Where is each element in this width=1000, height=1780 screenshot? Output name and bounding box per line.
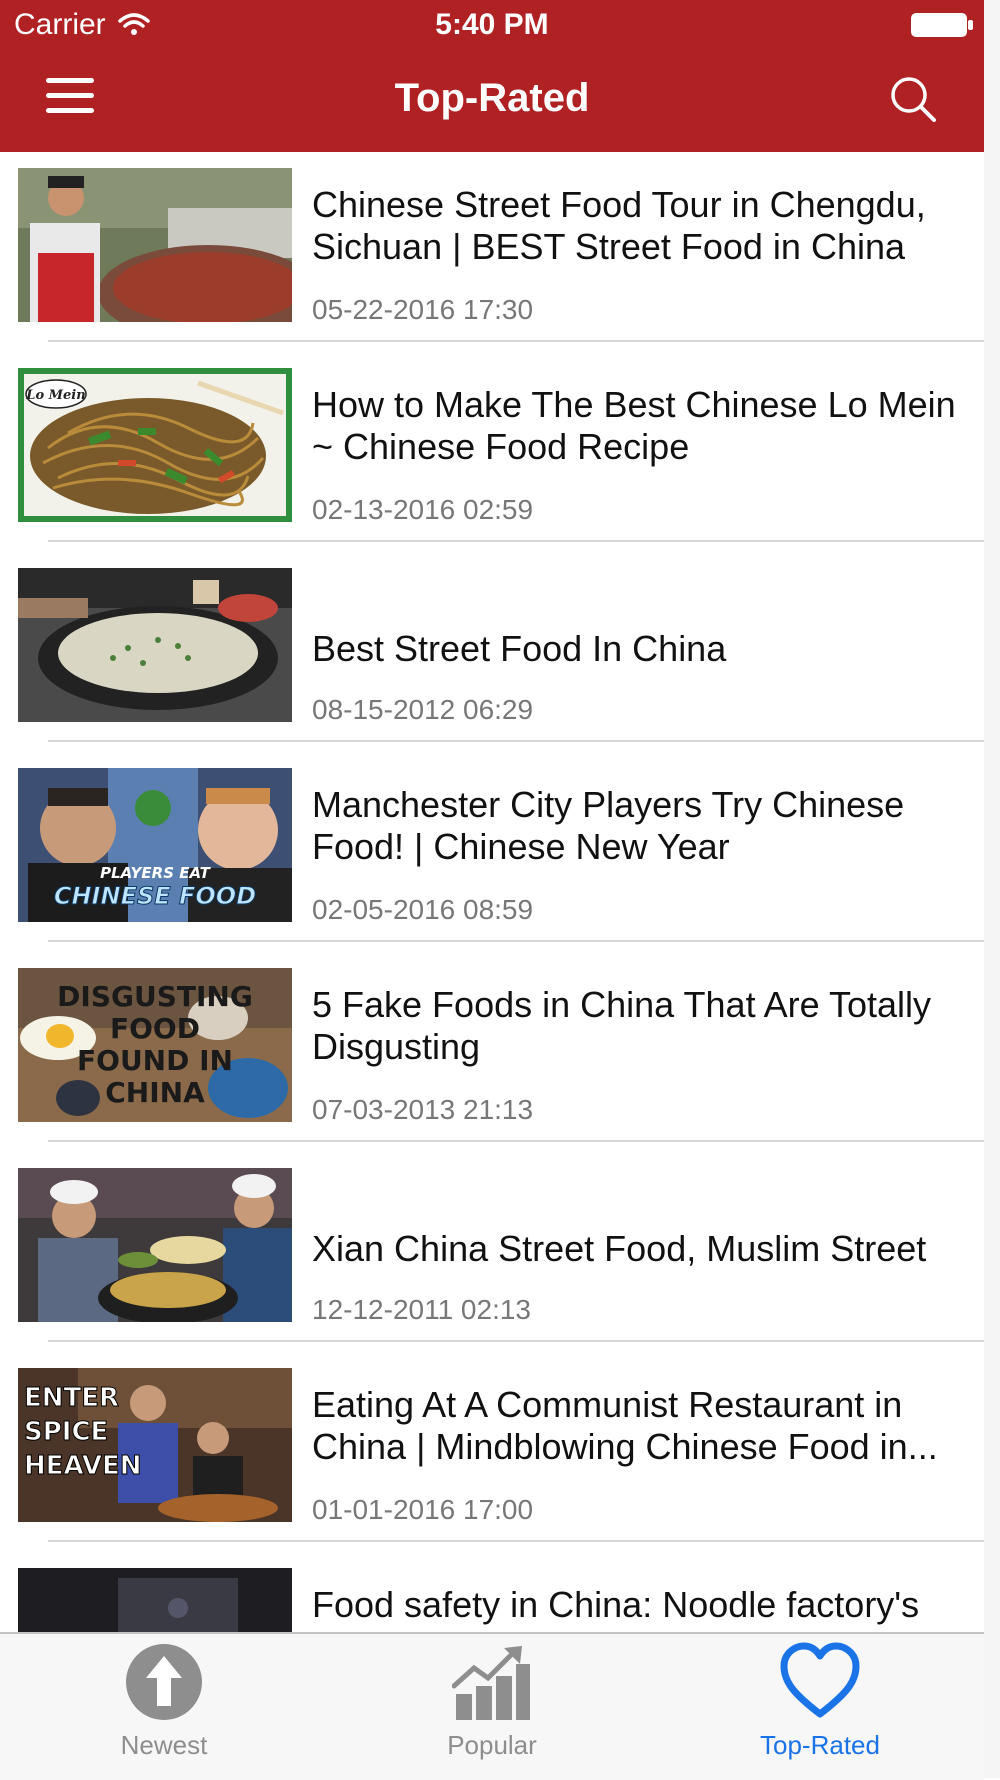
- row-divider: [48, 340, 984, 342]
- video-thumbnail: [18, 1568, 292, 1632]
- right-gutter: [984, 0, 1000, 1778]
- video-title: Food safety in China: Noodle factory's: [312, 1584, 920, 1625]
- video-date: 08-15-2012 06:29: [312, 694, 534, 725]
- video-row[interactable]: DISGUSTING FOOD FOUND IN CHINA 5 Fake Fo…: [0, 952, 984, 1152]
- app-header: Carrier 5:40 PM Top-Rated: [0, 0, 984, 152]
- video-date: 05-22-2016 17:30: [312, 294, 534, 325]
- video-title: Manchester City Players Try Chinese Food…: [312, 784, 905, 867]
- tab-newest[interactable]: Newest: [0, 1634, 328, 1780]
- status-time: 5:40 PM: [435, 8, 549, 41]
- thumbnail-caption: FOOD: [110, 1012, 200, 1045]
- video-title: 5 Fake Foods in China That Are Totally D…: [312, 984, 932, 1067]
- tab-bar: Newest Popular Top-Rated: [0, 1632, 984, 1780]
- page-title: Top-Rated: [394, 76, 590, 120]
- thumbnail-caption: SPICE: [24, 1417, 108, 1447]
- video-title: Eating At A Communist Restaurant in Chin…: [312, 1384, 938, 1467]
- row-divider: [48, 1140, 984, 1142]
- navigation-bar: Top-Rated: [0, 50, 984, 152]
- video-row[interactable]: Chinese Street Food Tour in Chengdu, Sic…: [0, 152, 984, 352]
- video-thumbnail: ENTER SPICE HEAVEN: [18, 1368, 292, 1522]
- heart-icon: [780, 1642, 860, 1718]
- video-row[interactable]: PLAYERS EAT CHINESE FOOD Manchester City…: [0, 752, 984, 952]
- tab-popular[interactable]: Popular: [328, 1634, 656, 1780]
- thumbnail-caption: HEAVEN: [24, 1451, 142, 1481]
- thumbnail-caption: Lo Mein: [25, 388, 85, 403]
- row-divider: [48, 1540, 984, 1542]
- search-icon[interactable]: [888, 74, 938, 124]
- row-divider: [48, 740, 984, 742]
- video-title: Best Street Food In China: [312, 628, 727, 669]
- row-divider: [48, 1340, 984, 1342]
- thumbnail-caption: FOUND IN: [77, 1044, 233, 1077]
- battery-icon: [911, 13, 973, 37]
- video-row[interactable]: Food safety in China: Noodle factory's: [0, 1552, 984, 1632]
- trending-chart-icon: [452, 1646, 530, 1720]
- thumbnail-caption: CHINESE FOOD: [54, 882, 256, 910]
- video-date: 02-13-2016 02:59: [312, 494, 534, 525]
- video-row[interactable]: Best Street Food In China 08-15-2012 06:…: [0, 552, 984, 752]
- video-date: 01-01-2016 17:00: [312, 1494, 534, 1525]
- thumbnail-caption: DISGUSTING: [57, 980, 253, 1013]
- thumbnail-caption: PLAYERS EAT: [100, 864, 212, 882]
- video-thumbnail: PLAYERS EAT CHINESE FOOD: [18, 768, 292, 922]
- video-row[interactable]: Xian China Street Food, Muslim Street 12…: [0, 1152, 984, 1352]
- tab-top-rated[interactable]: Top-Rated: [656, 1634, 984, 1780]
- row-divider: [48, 940, 984, 942]
- video-thumbnail: [18, 1168, 292, 1322]
- tab-label: Newest: [120, 1730, 208, 1760]
- status-bar: Carrier 5:40 PM: [0, 0, 984, 50]
- video-row[interactable]: Lo Mein How to Make The Best Chinese Lo …: [0, 352, 984, 552]
- video-date: 07-03-2013 21:13: [312, 1094, 534, 1125]
- video-thumbnail: DISGUSTING FOOD FOUND IN CHINA: [18, 968, 292, 1122]
- video-date: 12-12-2011 02:13: [312, 1294, 531, 1325]
- video-list[interactable]: Chinese Street Food Tour in Chengdu, Sic…: [0, 152, 984, 1632]
- up-arrow-circle-icon: [126, 1644, 202, 1720]
- row-divider: [48, 540, 984, 542]
- video-thumbnail: [18, 568, 292, 722]
- video-date: 02-05-2016 08:59: [312, 894, 534, 925]
- video-title: How to Make The Best Chinese Lo Mein ~ C…: [312, 384, 956, 467]
- thumbnail-caption: ENTER: [24, 1383, 119, 1413]
- video-title: Chinese Street Food Tour in Chengdu, Sic…: [312, 184, 926, 267]
- video-title: Xian China Street Food, Muslim Street: [312, 1228, 927, 1269]
- video-thumbnail: [18, 168, 292, 322]
- video-row[interactable]: ENTER SPICE HEAVEN Eating At A Communist…: [0, 1352, 984, 1552]
- thumbnail-caption: CHINA: [105, 1076, 205, 1109]
- tab-label: Popular: [447, 1730, 537, 1760]
- video-thumbnail: Lo Mein: [18, 368, 292, 522]
- tab-label: Top-Rated: [760, 1730, 880, 1760]
